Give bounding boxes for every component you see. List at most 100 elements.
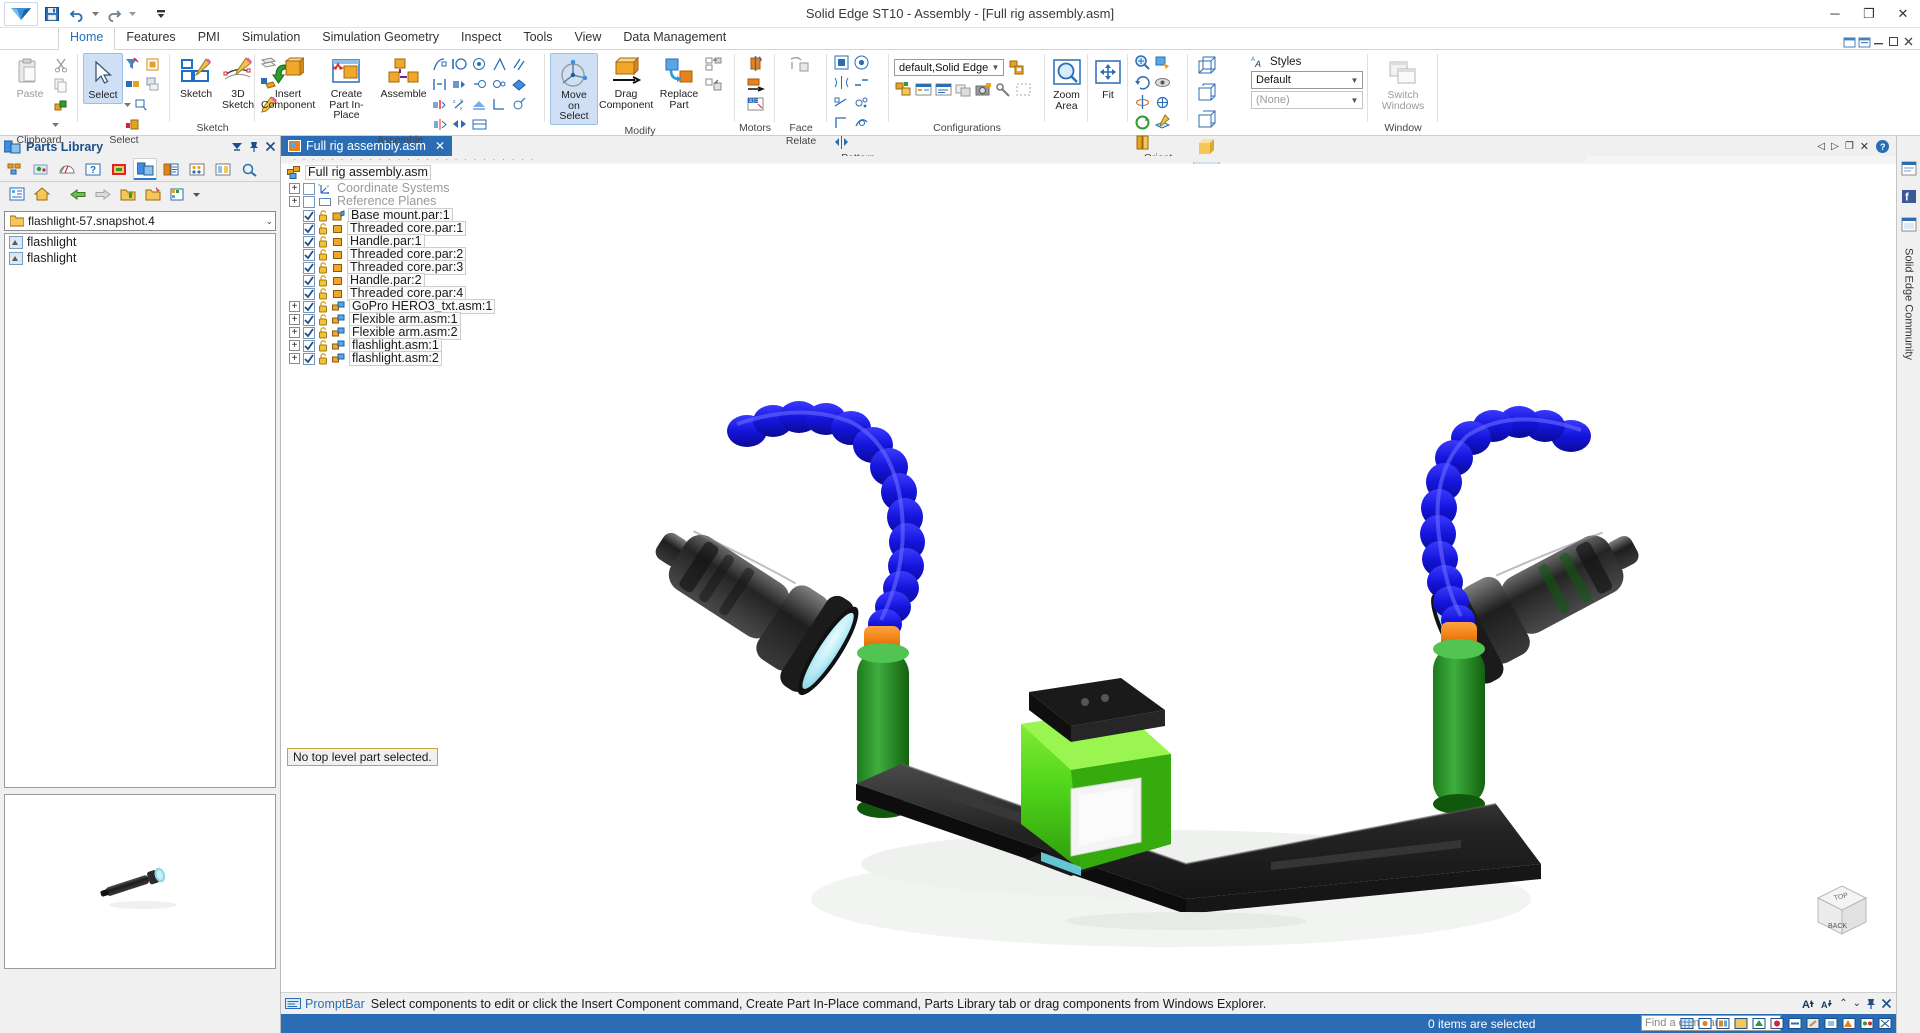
tree-drag-handle[interactable]: · · · · · · · · · · · · · · · · · · · · … bbox=[281, 154, 1586, 163]
visibility-checkbox[interactable] bbox=[303, 195, 315, 208]
motor-variable-icon[interactable]: X1= bbox=[744, 94, 766, 114]
up-folder-icon[interactable] bbox=[117, 185, 139, 205]
pattern-copy-icon[interactable] bbox=[704, 75, 723, 94]
visibility-checkbox[interactable] bbox=[303, 352, 315, 365]
font-up-icon[interactable]: A bbox=[1802, 997, 1816, 1010]
close-button[interactable]: ✕ bbox=[1892, 4, 1914, 24]
relate-13-icon[interactable] bbox=[470, 95, 489, 114]
views-icon[interactable] bbox=[167, 185, 189, 205]
wireframe-icon[interactable] bbox=[1193, 53, 1220, 79]
select-dropdown-icon[interactable] bbox=[123, 95, 132, 114]
face-relate-icon[interactable] bbox=[788, 54, 814, 78]
status-3-icon[interactable] bbox=[1770, 1017, 1784, 1030]
tab-view[interactable]: View bbox=[564, 27, 613, 49]
replace-part-button[interactable]: Replace Part bbox=[654, 53, 704, 112]
select-window-icon[interactable] bbox=[133, 95, 152, 114]
tab-inspect[interactable]: Inspect bbox=[450, 27, 512, 49]
solid-edge-community-label[interactable]: Solid Edge Community bbox=[1903, 248, 1915, 360]
relate-8-icon[interactable] bbox=[470, 75, 489, 94]
zoom-area-button[interactable]: Zoom Area bbox=[1046, 54, 1088, 113]
status-4-icon[interactable] bbox=[1788, 1017, 1802, 1030]
pattern-9-icon[interactable] bbox=[832, 133, 851, 152]
undo-dropdown-icon[interactable] bbox=[91, 3, 100, 25]
application-button[interactable] bbox=[4, 1, 38, 26]
pattern-2-icon[interactable] bbox=[852, 53, 871, 72]
save-configuration-icon[interactable] bbox=[1007, 58, 1026, 77]
tab-assembly-pathfinder[interactable] bbox=[3, 158, 27, 180]
new-folder-icon[interactable] bbox=[142, 185, 164, 205]
status-5-icon[interactable] bbox=[1806, 1017, 1820, 1030]
alternate-assy-icon[interactable] bbox=[954, 80, 973, 99]
show-hide-icon[interactable] bbox=[934, 80, 953, 99]
tab-simulation[interactable]: Simulation bbox=[231, 27, 311, 49]
library-path-select[interactable]: flashlight-57.snapshot.4 ⌄ bbox=[4, 211, 276, 231]
expand-icon[interactable]: + bbox=[289, 196, 300, 207]
nav-restore-icon[interactable]: ❐ bbox=[1845, 141, 1854, 152]
pattern-3-icon[interactable] bbox=[832, 73, 851, 92]
back-icon[interactable] bbox=[67, 185, 89, 205]
maximize-button[interactable]: ❐ bbox=[1858, 4, 1880, 24]
status-9-icon[interactable] bbox=[1878, 1017, 1892, 1030]
expand-icon[interactable]: ⌄ bbox=[1853, 998, 1861, 1009]
relate-4-icon[interactable] bbox=[490, 55, 509, 74]
switch-windows-button[interactable]: Switch Windows bbox=[1373, 54, 1433, 113]
ribbon-display-icon[interactable] bbox=[1858, 36, 1871, 49]
tab-sensors[interactable] bbox=[55, 158, 79, 180]
clipboard-dropdown-icon[interactable] bbox=[51, 115, 60, 134]
community-panel-icon[interactable] bbox=[1897, 214, 1920, 234]
relate-15-icon[interactable] bbox=[510, 95, 529, 114]
nav-next-icon[interactable]: ▷ bbox=[1831, 141, 1839, 152]
pin-icon[interactable] bbox=[1866, 998, 1876, 1010]
relate-18-icon[interactable] bbox=[470, 115, 489, 134]
web-browser-icon[interactable]: f bbox=[1897, 186, 1920, 206]
tab-alternate-assemblies[interactable] bbox=[211, 158, 235, 180]
relate-16-icon[interactable] bbox=[430, 115, 449, 134]
redo-dropdown-icon[interactable] bbox=[128, 3, 137, 25]
relate-14-icon[interactable] bbox=[490, 95, 509, 114]
nav-prev-icon[interactable]: ◁ bbox=[1817, 141, 1825, 152]
expand-icon[interactable]: + bbox=[289, 327, 300, 338]
rotate-icon[interactable] bbox=[1133, 73, 1152, 92]
expand-icon[interactable]: + bbox=[289, 183, 300, 194]
relate-12-icon[interactable]: zyx bbox=[450, 95, 469, 114]
display-config-icon[interactable] bbox=[894, 80, 913, 99]
section-icon[interactable] bbox=[1133, 133, 1152, 152]
visibility-checkbox[interactable] bbox=[303, 300, 315, 313]
pattern-4-icon[interactable] bbox=[852, 73, 871, 92]
layers-icon[interactable] bbox=[1716, 1017, 1730, 1030]
expand-icon[interactable]: + bbox=[289, 353, 300, 364]
tab-tools[interactable]: Tools bbox=[512, 27, 563, 49]
tab-layers[interactable] bbox=[159, 158, 183, 180]
tab-family-of-assemblies[interactable] bbox=[185, 158, 209, 180]
visibility-checkbox[interactable] bbox=[303, 222, 315, 235]
tab-home[interactable]: Home bbox=[58, 26, 116, 50]
rotational-motor-icon[interactable] bbox=[744, 54, 766, 74]
undo-icon[interactable] bbox=[66, 3, 88, 25]
close-icon[interactable] bbox=[1881, 998, 1892, 1009]
visibility-checkbox[interactable] bbox=[303, 274, 315, 287]
linear-motor-icon[interactable] bbox=[744, 74, 766, 94]
tree-node-reference-planes[interactable]: + Reference Planes bbox=[289, 195, 438, 208]
zones-icon[interactable] bbox=[914, 80, 933, 99]
relate-7-icon[interactable] bbox=[450, 75, 469, 94]
pattern-5-icon[interactable] bbox=[832, 93, 851, 112]
select-button[interactable]: Select bbox=[83, 53, 123, 104]
relate-3-icon[interactable] bbox=[470, 55, 489, 74]
pattern-6-icon[interactable] bbox=[852, 93, 871, 112]
tab-help-library[interactable]: ? bbox=[81, 158, 105, 180]
assembly-pathfinder-tree[interactable]: · · · · · · · · · · · · · · · · · · · · … bbox=[281, 154, 1586, 992]
select-all-icon[interactable] bbox=[123, 75, 142, 94]
expand-icon[interactable]: + bbox=[289, 340, 300, 351]
insert-component-button[interactable]: Insert Component bbox=[260, 53, 316, 112]
visibility-checkbox[interactable] bbox=[303, 182, 315, 195]
paste-button[interactable]: Paste bbox=[9, 53, 51, 102]
collapse-icon[interactable]: ⌃ bbox=[1839, 998, 1847, 1009]
status-8-icon[interactable] bbox=[1860, 1017, 1874, 1030]
relate-9-icon[interactable] bbox=[490, 75, 509, 94]
style-select[interactable]: Default ▼ bbox=[1251, 71, 1363, 89]
visibility-checkbox[interactable] bbox=[303, 235, 315, 248]
relate-6-icon[interactable] bbox=[430, 75, 449, 94]
create-part-inplace-button[interactable]: Create Part In-Place bbox=[316, 53, 377, 123]
relate-10-icon[interactable] bbox=[510, 75, 529, 94]
pan-icon[interactable] bbox=[1153, 53, 1172, 72]
